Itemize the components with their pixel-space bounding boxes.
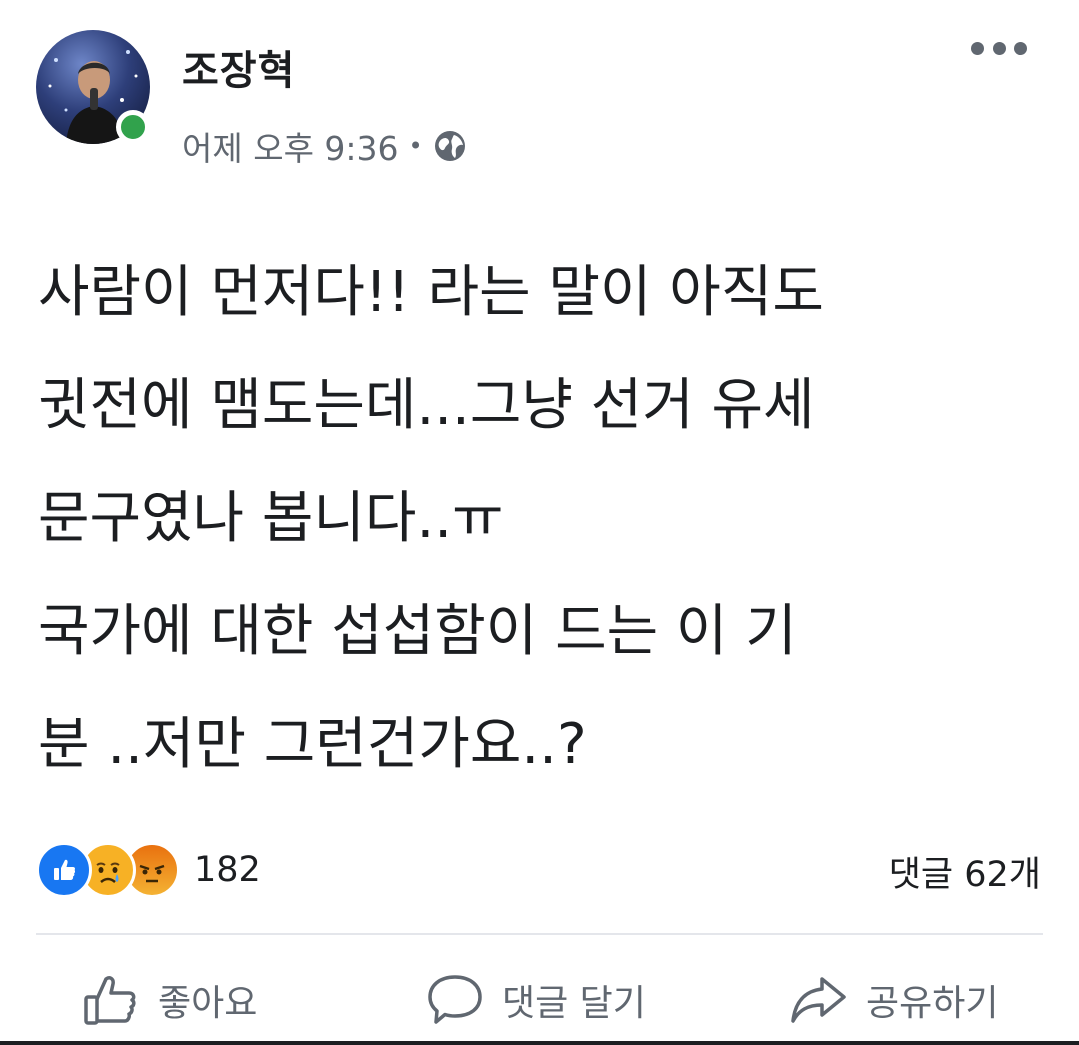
more-options-icon[interactable] [971,38,1027,58]
thumbs-up-icon [82,973,140,1027]
message-line: 분 ..저만 그런건가요..? [38,712,587,777]
facebook-post: 조장혁 어제 오후 9:36 • 사람이 먼저다!! 라는 말이 아직도 귓전에… [0,0,1079,1045]
bottom-border [0,1041,1079,1045]
message-line: 귓전에 맴도는데...그냥 선거 유세 [38,373,815,438]
globe-icon[interactable] [433,129,467,163]
comment-button-label: 댓글 달기 [502,983,646,1024]
post-message: 사람이 먼저다!! 라는 말이 아직도 귓전에 맴도는데...그냥 선거 유세 … [38,236,1048,801]
post-timestamp[interactable]: 어제 오후 9:36 [182,122,399,170]
share-button-label: 공유하기 [866,983,999,1024]
like-reaction-icon [36,842,92,898]
reactions-summary[interactable]: 182 [36,842,261,898]
message-line: 국가에 대한 섭섭함이 드는 이 기 [38,599,797,664]
reaction-count: 182 [194,850,261,890]
meta-separator: • [408,132,423,160]
share-arrow-icon [788,973,848,1027]
share-button[interactable]: 공유하기 [788,962,998,1038]
online-status-indicator [116,110,150,144]
comment-count-link[interactable]: 댓글 62개 [889,846,1041,897]
like-button[interactable]: 좋아요 [82,962,257,1038]
message-line: 문구였나 봅니다..ㅠ [38,486,504,551]
divider [36,933,1043,935]
like-button-label: 좋아요 [158,983,258,1024]
post-meta: 어제 오후 9:36 • [182,122,467,170]
post-action-bar: 좋아요 댓글 달기 공유하기 [0,962,1079,1038]
author-name[interactable]: 조장혁 [182,38,295,96]
author-avatar[interactable] [36,30,154,148]
comment-bubble-icon [426,972,484,1028]
message-line: 사람이 먼저다!! 라는 말이 아직도 [38,260,824,325]
comment-button[interactable]: 댓글 달기 [426,962,646,1038]
